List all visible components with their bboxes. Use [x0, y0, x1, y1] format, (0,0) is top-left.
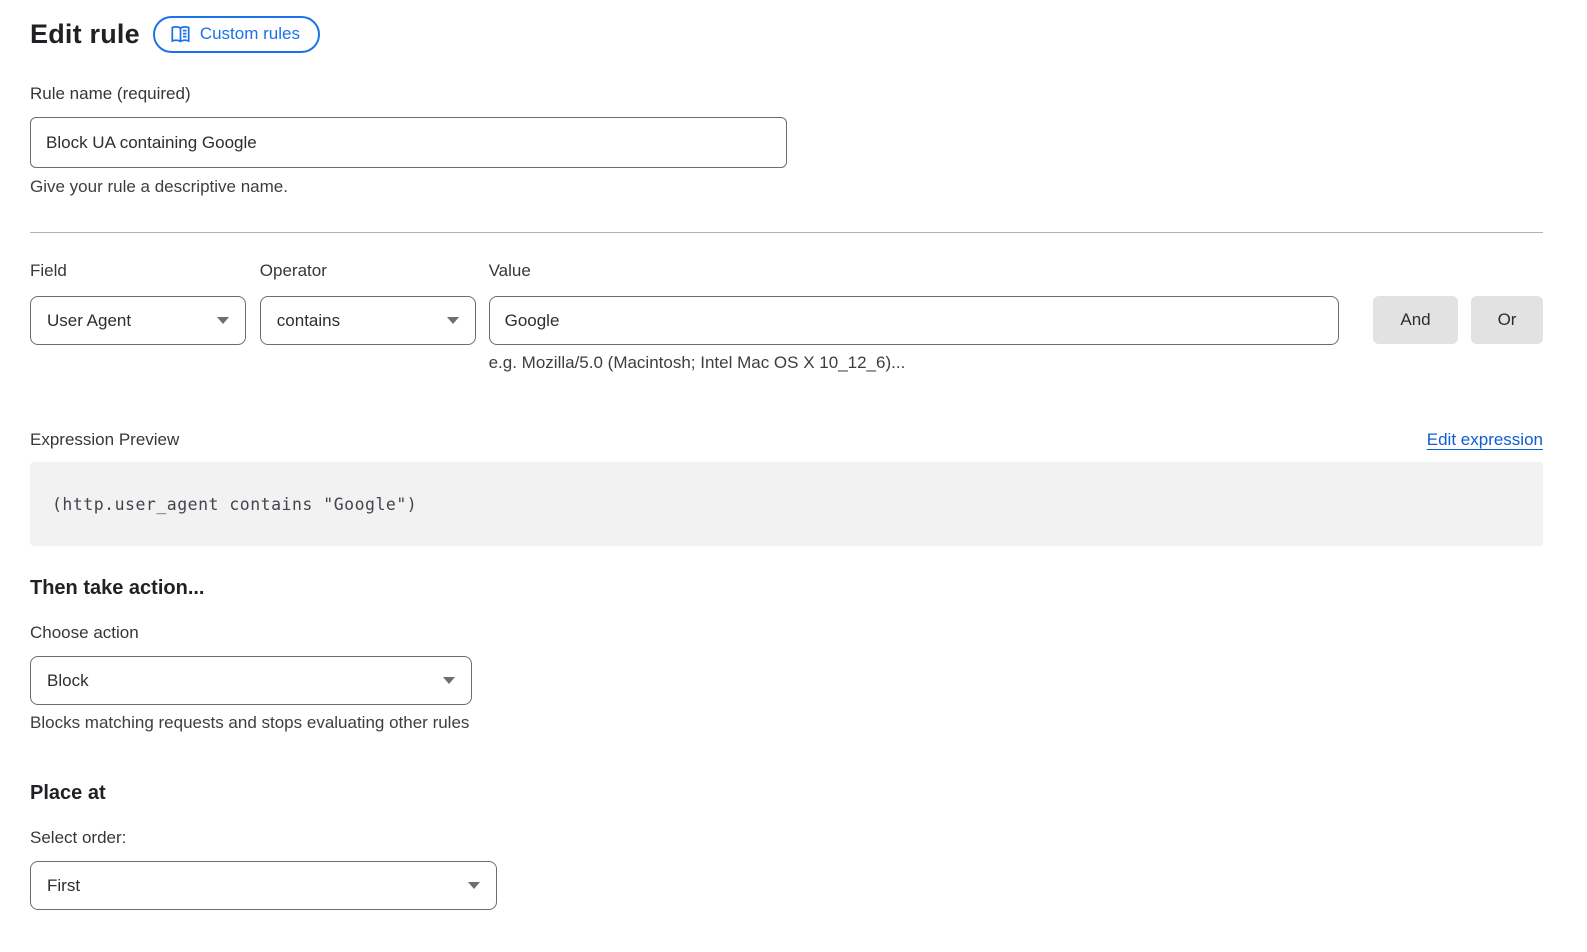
edit-rule-page: Edit rule Custom rules Rule name (requir… — [0, 0, 1565, 910]
or-button[interactable]: Or — [1471, 296, 1543, 344]
condition-row: Field User Agent Operator contains Value… — [30, 261, 1543, 373]
operator-select-value: contains — [277, 311, 340, 331]
page-header: Edit rule Custom rules — [30, 16, 1543, 53]
action-select-value: Block — [47, 671, 89, 691]
field-select[interactable]: User Agent — [30, 296, 246, 345]
logic-buttons: And Or — [1373, 261, 1543, 373]
action-heading: Then take action... — [30, 577, 1543, 600]
page-title: Edit rule — [30, 19, 140, 50]
custom-rules-button[interactable]: Custom rules — [153, 16, 320, 53]
value-input[interactable] — [489, 296, 1339, 345]
value-help: e.g. Mozilla/5.0 (Macintosh; Intel Mac O… — [489, 353, 1339, 373]
and-button[interactable]: And — [1373, 296, 1458, 344]
action-select[interactable]: Block — [30, 656, 472, 705]
expression-code: (http.user_agent contains "Google") — [52, 495, 417, 514]
order-select[interactable]: First — [30, 861, 497, 910]
field-select-value: User Agent — [47, 311, 131, 331]
action-help: Blocks matching requests and stops evalu… — [30, 713, 1543, 733]
custom-rules-label: Custom rules — [200, 24, 300, 44]
rule-name-input[interactable] — [30, 117, 787, 168]
open-book-icon — [170, 25, 191, 44]
value-label: Value — [489, 261, 1339, 281]
rule-name-section: Rule name (required) Give your rule a de… — [30, 84, 1543, 197]
field-label: Field — [30, 261, 246, 281]
rule-name-label: Rule name (required) — [30, 84, 1543, 104]
expression-preview-box: (http.user_agent contains "Google") — [30, 462, 1543, 546]
chevron-down-icon — [443, 677, 455, 684]
chevron-down-icon — [217, 317, 229, 324]
rule-name-help: Give your rule a descriptive name. — [30, 177, 1543, 197]
edit-expression-link[interactable]: Edit expression — [1427, 430, 1543, 450]
order-select-value: First — [47, 876, 80, 896]
field-column: Field User Agent — [30, 261, 246, 373]
value-column: Value e.g. Mozilla/5.0 (Macintosh; Intel… — [489, 261, 1339, 373]
place-at-heading: Place at — [30, 782, 1543, 805]
expression-preview-label: Expression Preview — [30, 430, 179, 450]
section-divider — [30, 232, 1543, 233]
chevron-down-icon — [468, 882, 480, 889]
operator-label: Operator — [260, 261, 476, 281]
action-section: Then take action... Choose action Block … — [30, 577, 1543, 733]
chevron-down-icon — [447, 317, 459, 324]
operator-select[interactable]: contains — [260, 296, 476, 345]
select-order-label: Select order: — [30, 828, 1543, 848]
operator-column: Operator contains — [260, 261, 476, 373]
expression-section: Expression Preview Edit expression (http… — [30, 430, 1543, 546]
expression-header: Expression Preview Edit expression — [30, 430, 1543, 450]
placement-section: Place at Select order: First — [30, 782, 1543, 910]
choose-action-label: Choose action — [30, 623, 1543, 643]
